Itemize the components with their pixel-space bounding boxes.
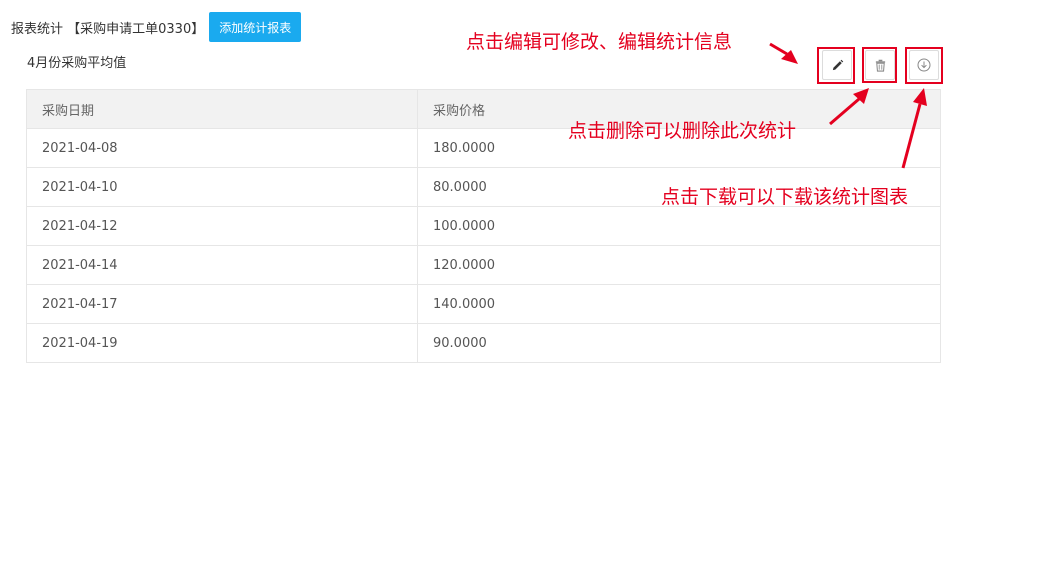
annotation-delete: 点击删除可以删除此次统计 [568, 120, 797, 142]
cell-date: 2021-04-10 [26, 167, 418, 207]
cell-price: 120.0000 [417, 245, 941, 285]
add-report-button[interactable]: 添加统计报表 [209, 12, 302, 42]
annotation-edit: 点击编辑可修改、编辑统计信息 [466, 31, 733, 53]
download-circle-icon [917, 58, 931, 72]
annotation-download: 点击下载可以下载该统计图表 [661, 186, 909, 208]
cell-date: 2021-04-12 [26, 206, 418, 246]
download-button[interactable] [909, 50, 939, 80]
purchase-table: 采购日期 采购价格 2021-04-08 180.0000 2021-04-10… [26, 89, 941, 363]
cell-date: 2021-04-19 [26, 323, 418, 363]
trash-icon [875, 59, 885, 72]
cell-price: 100.0000 [417, 206, 941, 246]
cell-date: 2021-04-14 [26, 245, 418, 285]
arrow-to-edit [769, 42, 798, 64]
table-row: 2021-04-08 180.0000 [26, 128, 941, 168]
edit-button[interactable] [822, 50, 852, 80]
table-row: 2021-04-17 140.0000 [26, 284, 941, 324]
table-row: 2021-04-19 90.0000 [26, 323, 941, 363]
top-bar: 报表统计 【采购申请工单0330】 添加统计报表 [11, 12, 302, 42]
cell-date: 2021-04-17 [26, 284, 418, 324]
column-header-date: 采购日期 [26, 89, 418, 129]
pencil-icon [832, 59, 843, 70]
cell-price: 90.0000 [417, 323, 941, 363]
cell-price: 140.0000 [417, 284, 941, 324]
table-row: 2021-04-12 100.0000 [26, 206, 941, 246]
table-row: 2021-04-14 120.0000 [26, 245, 941, 285]
cell-date: 2021-04-08 [26, 128, 418, 168]
report-title: 4月份采购平均值 [27, 56, 127, 71]
table-header-row: 采购日期 采购价格 [26, 89, 941, 129]
page-title: 报表统计 【采购申请工单0330】 [11, 21, 205, 37]
delete-button[interactable] [865, 50, 895, 80]
